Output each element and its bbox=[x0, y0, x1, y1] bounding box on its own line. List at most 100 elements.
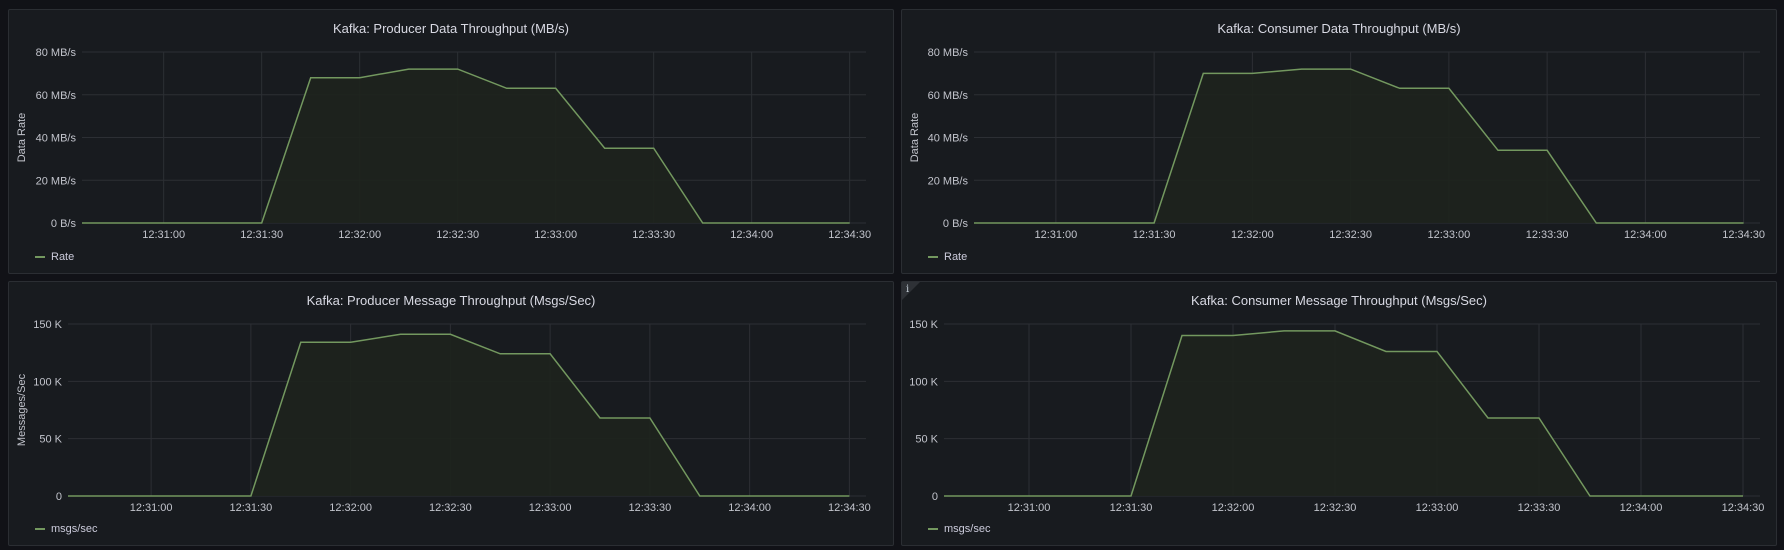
panel-consumer-data-throughput[interactable]: Kafka: Consumer Data Throughput (MB/s) 0… bbox=[901, 9, 1777, 274]
data-point[interactable] bbox=[1283, 329, 1286, 332]
data-point[interactable] bbox=[1398, 87, 1401, 90]
data-point[interactable] bbox=[648, 417, 651, 420]
data-point[interactable] bbox=[599, 417, 602, 420]
data-point[interactable] bbox=[701, 222, 704, 225]
data-point[interactable] bbox=[1436, 350, 1439, 353]
panel-producer-data-throughput[interactable]: Kafka: Producer Data Throughput (MB/s) 0… bbox=[8, 9, 894, 274]
x-tick-label: 12:31:00 bbox=[1034, 229, 1077, 241]
data-point[interactable] bbox=[399, 333, 402, 336]
x-tick-label: 12:34:30 bbox=[828, 229, 871, 241]
data-point[interactable] bbox=[1589, 495, 1592, 498]
series-area bbox=[68, 334, 850, 496]
data-point[interactable] bbox=[603, 147, 606, 150]
data-point[interactable] bbox=[1644, 222, 1647, 225]
chart-producer-message-throughput: 0 50 K 100 K 150 K 12:31:00 12:31:30 12:32:00 1… bbox=[16, 319, 871, 514]
data-point[interactable] bbox=[1153, 222, 1156, 225]
x-tick-label: 12:31:30 bbox=[240, 229, 283, 241]
y-tick-label: 80 MB/s bbox=[928, 47, 969, 59]
x-tick-label: 12:33:00 bbox=[534, 229, 577, 241]
x-tick-label: 12:33:30 bbox=[632, 229, 675, 241]
data-point[interactable] bbox=[554, 87, 557, 90]
x-tick-label: 12:32:30 bbox=[429, 502, 472, 514]
data-point[interactable] bbox=[748, 495, 751, 498]
legend[interactable]: msgs/sec bbox=[35, 523, 97, 535]
data-point[interactable] bbox=[1640, 495, 1643, 498]
data-point[interactable] bbox=[499, 352, 502, 355]
data-point[interactable] bbox=[848, 222, 851, 225]
data-point[interactable] bbox=[1497, 149, 1500, 152]
series-area bbox=[974, 69, 1744, 223]
data-point[interactable] bbox=[456, 68, 459, 71]
y-tick-label: 50 K bbox=[915, 434, 938, 446]
data-point[interactable] bbox=[309, 76, 312, 79]
data-point[interactable] bbox=[1447, 87, 1450, 90]
data-point[interactable] bbox=[260, 222, 263, 225]
x-tick-label: 12:31:30 bbox=[1110, 502, 1153, 514]
x-tick-label: 12:32:00 bbox=[338, 229, 381, 241]
data-point[interactable] bbox=[1334, 329, 1337, 332]
data-point[interactable] bbox=[1742, 495, 1745, 498]
y-axis-label: Messages/Sec bbox=[16, 373, 28, 446]
x-tick-label: 12:32:00 bbox=[329, 502, 372, 514]
data-point[interactable] bbox=[1742, 222, 1745, 225]
data-point[interactable] bbox=[1487, 417, 1490, 420]
data-point[interactable] bbox=[1300, 68, 1303, 71]
x-tick-label: 12:34:30 bbox=[828, 502, 871, 514]
data-point[interactable] bbox=[249, 495, 252, 498]
panel-consumer-message-throughput[interactable]: i Kafka: Consumer Message Throughput (Ms… bbox=[901, 281, 1777, 546]
data-point[interactable] bbox=[1595, 222, 1598, 225]
x-tick-label: 12:33:00 bbox=[529, 502, 572, 514]
legend-label[interactable]: Rate bbox=[944, 251, 967, 263]
legend[interactable]: Rate bbox=[928, 251, 967, 263]
y-tick-label: 100 K bbox=[33, 376, 62, 388]
data-point[interactable] bbox=[1232, 334, 1235, 337]
data-point[interactable] bbox=[848, 495, 851, 498]
data-point[interactable] bbox=[67, 495, 70, 498]
data-point[interactable] bbox=[943, 495, 946, 498]
x-tick-label: 12:31:00 bbox=[1008, 502, 1051, 514]
data-point[interactable] bbox=[1546, 149, 1549, 152]
legend[interactable]: msgs/sec bbox=[928, 523, 990, 535]
data-point[interactable] bbox=[505, 87, 508, 90]
data-point[interactable] bbox=[1349, 68, 1352, 71]
x-tick-label: 12:33:30 bbox=[628, 502, 671, 514]
data-point[interactable] bbox=[449, 333, 452, 336]
series-area bbox=[944, 330, 1743, 496]
data-point[interactable] bbox=[81, 222, 84, 225]
legend-label[interactable]: msgs/sec bbox=[944, 523, 990, 535]
chart-consumer-data-throughput: 0 B/s 20 MB/s 40 MB/s 60 MB/s 80 MB/s 12:31:0… bbox=[909, 47, 1765, 241]
data-point[interactable] bbox=[1251, 72, 1254, 75]
x-tick-label: 12:31:00 bbox=[142, 229, 185, 241]
chart-consumer-message-throughput: 0 50 K 100 K 150 K 12:31:00 12:31:30 12:32:00 1… bbox=[909, 319, 1764, 514]
y-axis-label: Data Rate bbox=[16, 113, 28, 163]
data-point[interactable] bbox=[349, 341, 352, 344]
data-point[interactable] bbox=[698, 495, 701, 498]
data-point[interactable] bbox=[1202, 72, 1205, 75]
data-point[interactable] bbox=[750, 222, 753, 225]
data-point[interactable] bbox=[358, 76, 361, 79]
data-point[interactable] bbox=[1181, 334, 1184, 337]
data-point[interactable] bbox=[973, 222, 976, 225]
x-tick-label: 12:32:30 bbox=[1314, 502, 1357, 514]
data-point[interactable] bbox=[1385, 350, 1388, 353]
data-point[interactable] bbox=[299, 341, 302, 344]
data-point[interactable] bbox=[407, 68, 410, 71]
y-tick-label: 20 MB/s bbox=[928, 175, 969, 187]
legend-swatch bbox=[35, 528, 45, 530]
legend-label[interactable]: msgs/sec bbox=[51, 523, 97, 535]
x-tick-label: 12:33:00 bbox=[1416, 502, 1459, 514]
legend[interactable]: Rate bbox=[35, 251, 74, 263]
x-tick-label: 12:33:00 bbox=[1427, 229, 1470, 241]
panel-producer-message-throughput[interactable]: Kafka: Producer Message Throughput (Msgs… bbox=[8, 281, 894, 546]
x-tick-label: 12:31:30 bbox=[1133, 229, 1176, 241]
data-point[interactable] bbox=[1130, 495, 1133, 498]
x-tick-label: 12:34:00 bbox=[730, 229, 773, 241]
data-point[interactable] bbox=[549, 352, 552, 355]
y-tick-label: 0 bbox=[56, 491, 62, 503]
x-tick-label: 12:31:30 bbox=[229, 502, 272, 514]
x-tick-label: 12:32:30 bbox=[436, 229, 479, 241]
y-tick-label: 0 bbox=[932, 491, 938, 503]
data-point[interactable] bbox=[652, 147, 655, 150]
legend-label[interactable]: Rate bbox=[51, 251, 74, 263]
data-point[interactable] bbox=[1538, 417, 1541, 420]
